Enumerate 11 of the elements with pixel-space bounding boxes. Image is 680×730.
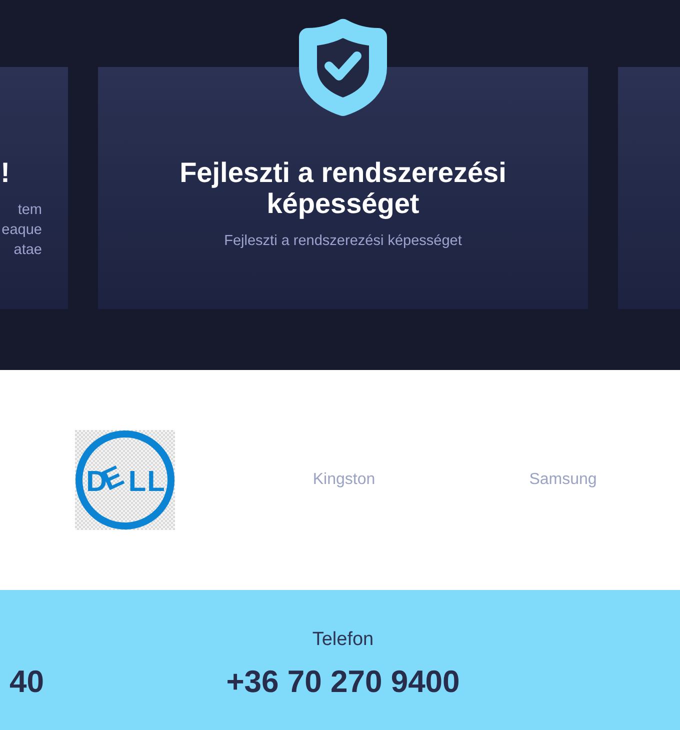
shield-check-icon	[297, 17, 389, 117]
card-description: Fejleszti a rendszerezési képességet	[223, 232, 463, 251]
card-description: tem eaque atae	[0, 201, 42, 260]
brand-name: Kingston	[312, 470, 376, 490]
brand-name: Samsung	[529, 470, 597, 490]
logo-text: DELL	[86, 460, 166, 498]
contact-value: 40	[8, 664, 44, 700]
contact-label: Telefon	[312, 629, 374, 650]
card-title: !	[0, 157, 11, 188]
contact-value: +36 70 270 9400	[225, 664, 461, 700]
card-title: Fejleszti a rendszerezési képességet	[178, 157, 508, 219]
